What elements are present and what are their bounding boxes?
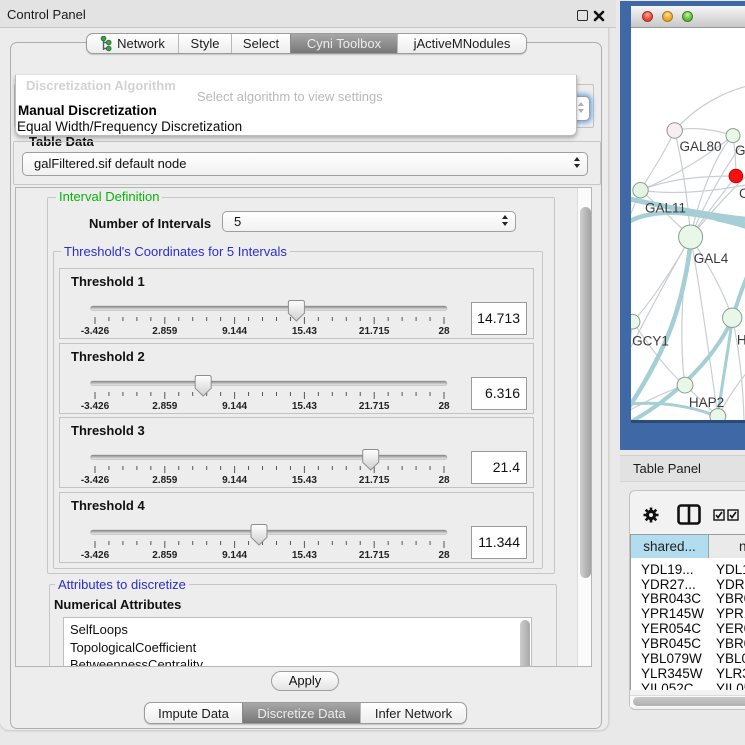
svg-text:2.859: 2.859 <box>152 475 177 486</box>
svg-text:15.43: 15.43 <box>292 550 317 561</box>
svg-text:9.144: 9.144 <box>222 401 247 412</box>
svg-text:9.144: 9.144 <box>222 475 247 486</box>
svg-text:-3.426: -3.426 <box>81 550 110 561</box>
svg-text:28: 28 <box>438 401 450 412</box>
svg-text:C: C <box>739 186 745 201</box>
svg-text:21.715: 21.715 <box>359 550 390 561</box>
svg-text:28: 28 <box>438 550 450 561</box>
svg-text:15.43: 15.43 <box>292 401 317 412</box>
svg-text:9.144: 9.144 <box>222 550 247 561</box>
svg-text:-3.426: -3.426 <box>81 401 110 412</box>
svg-text:28: 28 <box>438 326 450 337</box>
svg-text:9.144: 9.144 <box>222 326 247 337</box>
svg-text:HAP2: HAP2 <box>689 395 724 410</box>
svg-text:GAL4: GAL4 <box>694 251 729 266</box>
svg-text:21.715: 21.715 <box>359 475 390 486</box>
svg-text:-3.426: -3.426 <box>81 326 110 337</box>
svg-text:21.715: 21.715 <box>359 326 390 337</box>
svg-text:2.859: 2.859 <box>152 326 177 337</box>
svg-text:2.859: 2.859 <box>152 550 177 561</box>
svg-text:21.715: 21.715 <box>359 401 390 412</box>
svg-text:GAL11: GAL11 <box>645 201 686 216</box>
svg-text:2.859: 2.859 <box>152 401 177 412</box>
svg-text:GAL80: GAL80 <box>679 139 721 154</box>
svg-text:-3.426: -3.426 <box>81 475 110 486</box>
svg-text:GCY1: GCY1 <box>632 334 669 349</box>
svg-text:H: H <box>737 333 745 348</box>
svg-text:28: 28 <box>438 475 450 486</box>
svg-text:15.43: 15.43 <box>292 475 317 486</box>
svg-text:GA: GA <box>735 143 745 158</box>
svg-text:15.43: 15.43 <box>292 326 317 337</box>
